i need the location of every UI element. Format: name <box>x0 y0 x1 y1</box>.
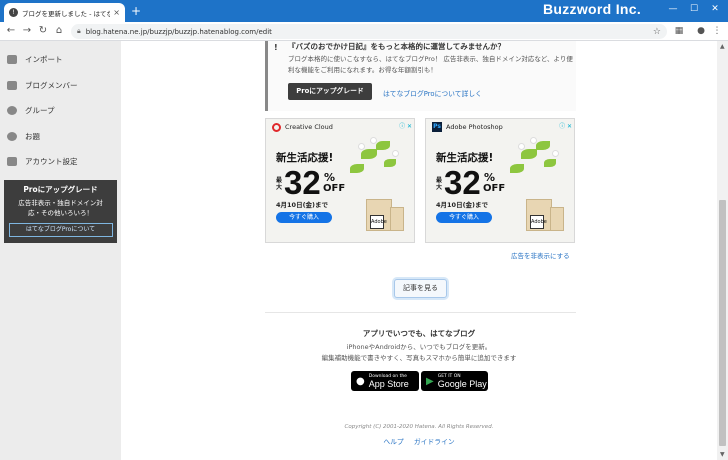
scrollbar[interactable]: ▲ ▼ <box>717 41 728 460</box>
pro-notice: ! 『バズのおでかけ日記』をもっと本格的に運営してみませんか？ ブログ本格的に使… <box>265 41 576 111</box>
photoshop-logo-icon: Ps <box>432 122 442 132</box>
sidebar-item-groups[interactable]: グループ <box>0 98 121 122</box>
ad-percent: 32 <box>444 164 481 201</box>
ad-brand: Adobe Photoshop <box>446 123 503 131</box>
app-promo-desc-line2: 編集補助機能で書きやすく、写真もスマホから簡単に追加できます <box>321 354 517 362</box>
sidebar: インポート ブログメンバー グループ お題 アカウント設定 Proにアップグレー… <box>0 41 121 460</box>
scroll-up-arrow-icon[interactable]: ▲ <box>720 43 725 50</box>
appstore-small-text: Download on the <box>368 373 407 379</box>
browser-tab-strip: ! ブログを更新しました - はてなブログ × + Buzzword Inc. … <box>0 0 728 22</box>
googleplay-big-text: Google Play <box>437 378 487 389</box>
notice-title: 『バズのおでかけ日記』をもっと本格的に運営してみませんか？ <box>288 42 506 51</box>
ad-choices-icon[interactable]: ⓘ ✕ <box>399 121 412 130</box>
creative-cloud-logo-icon <box>272 122 281 132</box>
ad-date: 4月10日(金)まで <box>436 201 489 209</box>
pro-details-link[interactable]: はてなブログProについて詳しく <box>383 88 482 98</box>
scroll-down-arrow-icon[interactable]: ▼ <box>720 451 725 458</box>
sidebar-item-label: お題 <box>25 131 40 141</box>
ad-photoshop[interactable]: Ps Adobe Photoshop ⓘ ✕ Adobe 新生活応援! 最大 3… <box>425 118 575 243</box>
ad-creative-cloud[interactable]: Creative Cloud ⓘ ✕ Adobe 新生活応援! 最大 32 % … <box>265 118 415 243</box>
new-tab-button[interactable]: + <box>129 4 143 18</box>
reload-icon[interactable]: ↻ <box>36 24 50 38</box>
ad-percent: 32 <box>284 164 321 201</box>
tab-title: ブログを更新しました - はてなブログ <box>22 9 111 18</box>
users-icon <box>7 105 17 115</box>
url-text: blog.hatena.ne.jp/buzzjp/buzzjp.hatenabl… <box>85 27 272 36</box>
apple-icon: ● <box>356 375 365 387</box>
pro-about-link[interactable]: はてなブログProについて <box>8 223 113 237</box>
ad-date: 4月10日(金)まで <box>276 201 329 209</box>
menu-dots-icon[interactable]: ⋮ <box>710 24 724 38</box>
ad-buy-button[interactable]: 今すぐ購入 <box>436 212 492 223</box>
browser-tab[interactable]: ! ブログを更新しました - はてなブログ × <box>4 3 125 22</box>
exclamation-icon: ! <box>274 43 278 52</box>
home-icon[interactable]: ⌂ <box>52 24 66 38</box>
back-arrow-icon[interactable]: ← <box>4 24 18 38</box>
vase-illustration <box>550 207 564 231</box>
ad-choices-icon[interactable]: ⓘ ✕ <box>559 121 572 130</box>
google-play-icon: ▶ <box>426 375 434 387</box>
view-article-button[interactable]: 記事を見る <box>394 279 447 298</box>
ad-brand: Creative Cloud <box>285 123 333 131</box>
appstore-big-text: App Store <box>368 378 409 389</box>
ad-lead: 最大 <box>276 177 283 191</box>
sidebar-item-label: インポート <box>25 54 63 64</box>
minimize-button[interactable]: — <box>664 2 682 16</box>
brand-watermark: Buzzword Inc. <box>543 1 642 17</box>
extension-icon[interactable]: ▦ <box>672 24 686 38</box>
hatena-favicon-icon: ! <box>9 8 18 17</box>
bookmark-star-icon[interactable]: ☆ <box>653 27 661 37</box>
sidebar-item-label: ブログメンバー <box>25 80 78 90</box>
tab-close-icon[interactable]: × <box>113 8 120 17</box>
guidelines-link[interactable]: ガイドライン <box>414 438 455 446</box>
upgrade-pro-button[interactable]: Proにアップグレード <box>288 83 372 100</box>
google-play-badge[interactable]: ▶ GET IT ON Google Play <box>421 371 488 391</box>
sidebar-item-import[interactable]: インポート <box>0 47 121 71</box>
pro-box-desc-line1: 広告非表示・独自ドメイン対 <box>18 199 103 207</box>
main-content: ! 『バズのおでかけ日記』をもっと本格的に運営してみませんか？ ブログ本格的に使… <box>121 41 717 460</box>
forward-arrow-icon[interactable]: → <box>20 24 34 38</box>
ad-header: Creative Cloud <box>266 119 414 135</box>
divider <box>265 312 576 313</box>
scroll-thumb[interactable] <box>719 200 726 446</box>
person-icon <box>7 156 17 166</box>
ad-headline: 新生活応援! <box>436 152 494 164</box>
sidebar-item-account-settings[interactable]: アカウント設定 <box>0 149 121 173</box>
sidebar-item-label: アカウント設定 <box>25 156 78 166</box>
app-promo-desc-line1: iPhoneやAndroidから、いつでもブログを更新。 <box>346 343 492 351</box>
notice-body: ブログ本格的に使いこなすなら、はてなブログPro！ 広告非表示、独自ドメイン対応… <box>288 55 573 74</box>
adobe-logo: Adobe <box>370 215 387 229</box>
page-content: インポート ブログメンバー グループ お題 アカウント設定 Proにアップグレー… <box>0 41 728 460</box>
ad-header: Ps Adobe Photoshop <box>426 119 574 135</box>
browser-toolbar: ← → ↻ ⌂ 🔒︎ blog.hatena.ne.jp/buzzjp/buzz… <box>0 22 728 41</box>
ad-buy-button[interactable]: 今すぐ購入 <box>276 212 332 223</box>
app-store-badge[interactable]: ● Download on the App Store <box>351 371 419 391</box>
help-link[interactable]: ヘルプ <box>383 438 403 446</box>
vase-illustration <box>390 207 404 231</box>
truck-icon <box>7 54 17 64</box>
copyright: Copyright (C) 2001-2020 Hatena. All Righ… <box>344 424 494 430</box>
sidebar-item-blog-members[interactable]: ブログメンバー <box>0 73 121 97</box>
ad-lead: 最大 <box>436 177 443 191</box>
adobe-logo: Adobe <box>530 215 547 229</box>
footer-links: ヘルプ ガイドライン <box>121 436 717 446</box>
speech-bubble-icon <box>7 131 17 141</box>
sidebar-item-label: グループ <box>25 105 55 115</box>
id-card-icon <box>7 80 17 90</box>
profile-icon[interactable]: ● <box>694 24 708 38</box>
pro-upgrade-box: Proにアップグレード 広告非表示・独自ドメイン対 応・その他いろいろ！ はてな… <box>4 180 117 243</box>
address-bar[interactable]: 🔒︎ blog.hatena.ne.jp/buzzjp/buzzjp.haten… <box>71 24 667 39</box>
app-promo-title: アプリでいつでも、はてなブログ <box>362 329 476 338</box>
pro-box-desc-line2: 応・その他いろいろ！ <box>28 209 93 217</box>
pro-box-title: Proにアップグレード <box>23 185 98 194</box>
ad-off: OFF <box>323 183 346 194</box>
sidebar-item-topics[interactable]: お題 <box>0 124 121 148</box>
app-promo-desc: iPhoneやAndroidから、いつでもブログを更新。 編集補助機能で書きやす… <box>121 342 717 364</box>
ad-headline: 新生活応援! <box>276 152 334 164</box>
maximize-button[interactable]: ☐ <box>685 2 703 16</box>
hide-ads-link[interactable]: 広告を非表示にする <box>511 250 570 260</box>
close-window-button[interactable]: ✕ <box>706 2 724 16</box>
lock-icon: 🔒︎ <box>77 27 81 35</box>
ad-off: OFF <box>483 183 506 194</box>
